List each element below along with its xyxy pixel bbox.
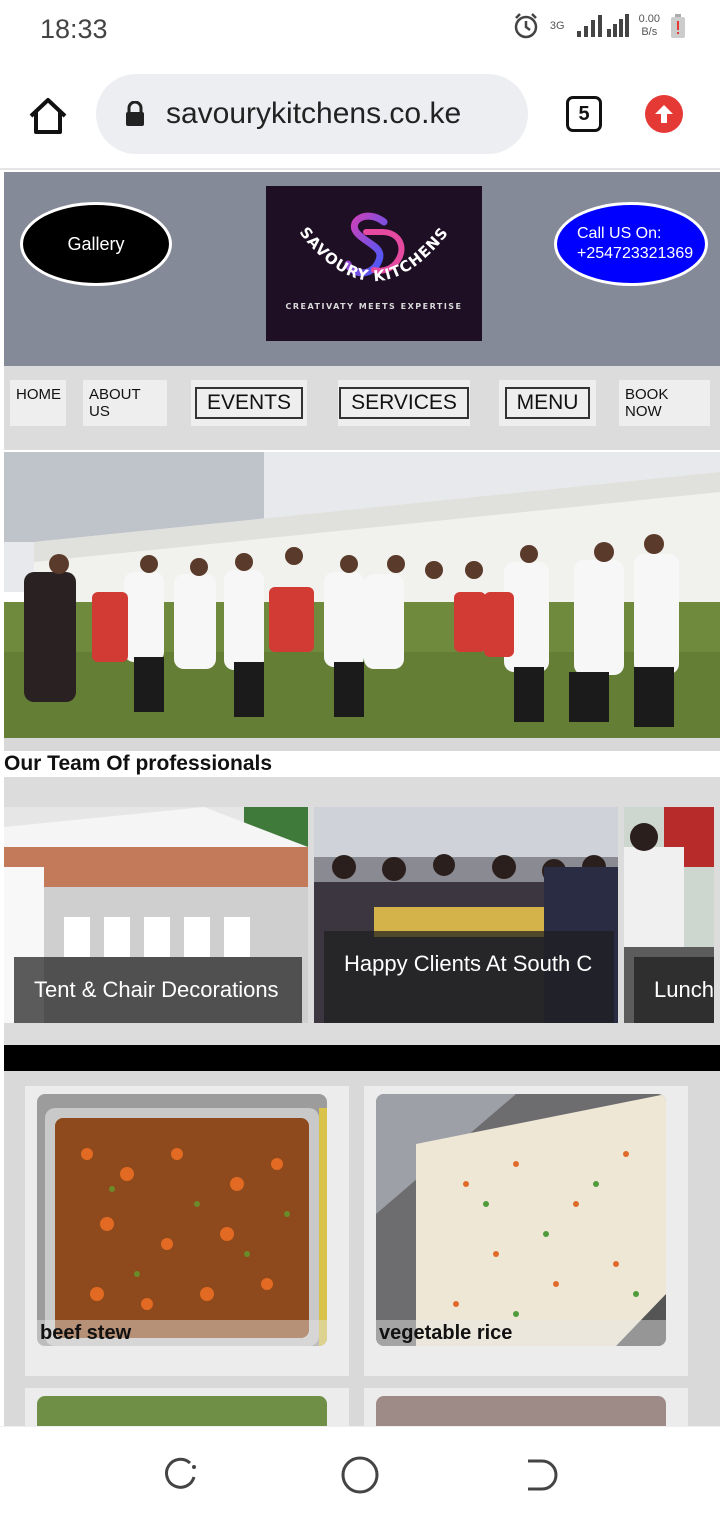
home-nav-icon[interactable]	[340, 1455, 380, 1495]
menu-photo: beef stew	[37, 1094, 327, 1346]
update-button[interactable]	[645, 95, 683, 133]
battery-icon	[671, 14, 685, 38]
phone-number: +254723321369	[577, 245, 694, 262]
address-bar[interactable]: savourykitchens.co.ke	[96, 74, 528, 154]
nav-menu[interactable]: MENU	[499, 380, 596, 426]
call-us-button[interactable]: Call US On: +254723321369	[554, 202, 708, 286]
hero-image	[4, 452, 720, 738]
arrow-up-icon	[655, 105, 673, 123]
menu-photo	[376, 1396, 666, 1426]
main-nav: HOME ABOUT US EVENTS SERVICES MENU BOOK …	[4, 366, 720, 450]
signal-icon	[576, 14, 629, 37]
home-button[interactable]	[26, 94, 70, 138]
tab-count: 5	[578, 102, 590, 125]
nav-home[interactable]: HOME	[10, 380, 66, 426]
site-logo[interactable]: SAVOURY KITCHENS CREATIVATY MEETS EXPERTI…	[266, 186, 482, 341]
system-navigation-bar	[0, 1426, 720, 1520]
carousel-caption: Lunch	[634, 957, 714, 1023]
logo-emblem: SAVOURY KITCHENSCREATIVATY MEETS EXPERTI…	[285, 212, 462, 311]
recent-apps-icon[interactable]	[160, 1455, 200, 1495]
alarm-icon	[514, 13, 538, 39]
lock-icon	[126, 101, 144, 126]
menu-item-name: vegetable rice	[376, 1320, 666, 1346]
nav-events-label: EVENTS	[194, 387, 304, 419]
gallery-label: Gallery	[67, 233, 125, 254]
logo-tagline: CREATIVATY MEETS EXPERTISE	[285, 302, 462, 311]
url-text: savourykitchens.co.ke	[166, 97, 462, 130]
nav-menu-label: MENU	[504, 387, 591, 419]
events-carousel: Tent & Chair Decorations Happy Clients A…	[4, 777, 720, 1045]
call-label: Call US On:	[577, 225, 662, 242]
nav-services-label: SERVICES	[339, 387, 469, 419]
browser-toolbar: savourykitchens.co.ke 5	[0, 60, 720, 170]
gallery-button[interactable]: Gallery	[20, 202, 172, 286]
carousel-slide[interactable]: Happy Clients At South C	[314, 807, 618, 1023]
network-speed: 0.00 B/s	[639, 13, 660, 39]
beef-stew-photo	[37, 1094, 327, 1346]
carousel-caption: Happy Clients At South C	[324, 931, 614, 1023]
nav-about-label: ABOUT US	[89, 386, 141, 420]
nav-services[interactable]: SERVICES	[338, 380, 470, 426]
carousel-slide[interactable]: Lunch	[624, 807, 714, 1023]
back-icon[interactable]	[520, 1455, 560, 1495]
site-header: Gallery SAVOURY KITCHENS CREATIVATY MEETS…	[4, 172, 720, 366]
section-divider	[4, 1045, 720, 1071]
menu-photo	[37, 1396, 327, 1426]
menu-card[interactable]	[364, 1388, 688, 1426]
hero-caption: Our Team Of professionals	[4, 751, 720, 777]
tab-switcher-button[interactable]: 5	[566, 96, 602, 132]
nav-events[interactable]: EVENTS	[191, 380, 307, 426]
menu-card[interactable]: beef stew	[25, 1086, 349, 1376]
menu-photo: vegetable rice	[376, 1094, 666, 1346]
network-label: 3G	[549, 19, 565, 32]
team-photo	[4, 452, 720, 738]
nav-book-now[interactable]: BOOK NOW	[619, 380, 710, 426]
menu-item-name: beef stew	[37, 1320, 327, 1346]
network-type: 3G	[550, 20, 565, 33]
menu-card[interactable]	[25, 1388, 349, 1426]
vegetable-rice-photo	[376, 1094, 666, 1346]
menu-card[interactable]: vegetable rice	[364, 1086, 688, 1376]
carousel-caption: Tent & Chair Decorations	[14, 957, 302, 1023]
nav-about[interactable]: ABOUT US	[83, 380, 167, 426]
divider	[4, 738, 720, 752]
status-icons: 3G 0.00 B/s	[512, 12, 686, 40]
speed-value: 0.00	[638, 13, 660, 25]
carousel-slide[interactable]: Tent & Chair Decorations	[4, 807, 308, 1023]
nav-home-label: HOME	[16, 386, 61, 403]
home-icon	[29, 98, 67, 134]
menu-grid: beef stew vegetable rice	[4, 1071, 720, 1426]
status-time: 18:33	[40, 14, 108, 44]
speed-unit: B/s	[641, 26, 658, 38]
status-bar: 18:33 3G 0.00 B/s	[0, 0, 720, 60]
nav-book-label: BOOK NOW	[625, 386, 669, 420]
